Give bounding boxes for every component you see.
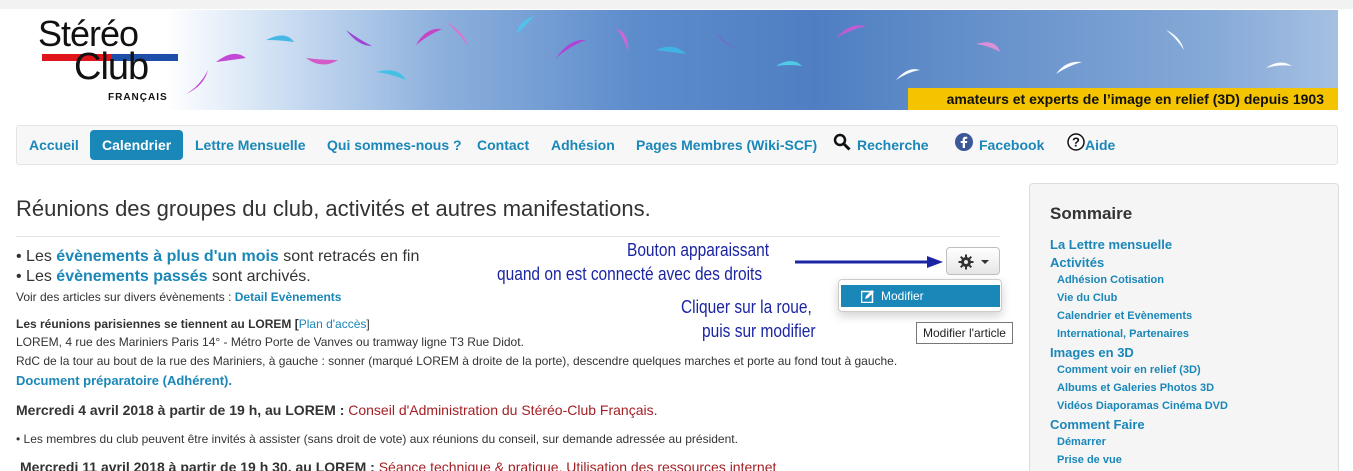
annotation-line1: Bouton apparaissant	[627, 240, 770, 260]
event2-line: Mercredi 11 avril 2018 à partir de 19 h …	[20, 459, 776, 471]
annotation-line2: quand on est connecté avec des droits	[497, 264, 763, 284]
site-banner[interactable]: Stéréo Club FRANÇAIS amateurs et experts…	[16, 10, 1338, 110]
gear-icon	[958, 254, 974, 270]
tooltip-modifier-article: Modifier l'article	[916, 322, 1013, 344]
chevron-down-icon	[981, 260, 989, 264]
menu-item-modifier-label: Modifier	[881, 289, 924, 303]
annotation-arrow	[795, 256, 943, 268]
annotation-line3: Cliquer sur la roue,	[681, 297, 812, 317]
sidebar-item-adhesion[interactable]: Adhésion Cotisation	[1057, 274, 1164, 286]
event2-title[interactable]: Séance technique & pratique. Utilisation…	[379, 459, 777, 471]
articles-text: Voir des articles sur divers évènements …	[16, 290, 235, 304]
top-strip	[0, 0, 1353, 9]
banner-tagline: amateurs et experts de l’image en relief…	[908, 88, 1338, 110]
menu-item-modifier[interactable]: Modifier	[841, 285, 1000, 307]
page-title: Réunions des groupes du club, activités …	[16, 196, 651, 221]
article-settings-button[interactable]	[946, 247, 1000, 275]
sidebar-item-demarrer[interactable]: Démarrer	[1057, 436, 1106, 448]
sidebar-item-calendrier[interactable]: Calendrier et Evènements	[1057, 310, 1192, 322]
article-settings-menu: Modifier	[838, 279, 1002, 312]
nav-contact[interactable]: Contact	[465, 130, 541, 160]
sidebar-sommaire: Sommaire La Lettre mensuelle Activités A…	[1029, 183, 1339, 471]
sidebar-group-images-3d[interactable]: Images en 3D	[1050, 345, 1134, 360]
meeting-location-line: Les réunions parisiennes se tiennent au …	[16, 317, 370, 331]
event1-date: Mercredi 4 avril 2018 à partir de 19 h, …	[16, 402, 349, 418]
nav-qui-sommes-nous[interactable]: Qui sommes-nous ?	[315, 130, 474, 160]
edit-icon	[861, 290, 874, 303]
sidebar-item-videos[interactable]: Vidéos Diaporamas Cinéma DVD	[1057, 400, 1228, 412]
link-detail-evenements[interactable]: Detail Evènements	[235, 290, 342, 304]
nav-calendrier[interactable]: Calendrier	[90, 130, 184, 160]
sidebar-item-prise-de-vue[interactable]: Prise de vue	[1057, 454, 1122, 466]
nav-recherche[interactable]: Recherche	[821, 130, 941, 160]
help-icon: ?	[1067, 131, 1085, 161]
sidebar-group-comment-faire[interactable]: Comment Faire	[1050, 417, 1145, 432]
svg-text:?: ?	[1072, 135, 1080, 150]
sidebar-item-international[interactable]: International, Partenaires	[1057, 328, 1189, 340]
link-plan-acces[interactable]: Plan d'accès	[299, 317, 367, 331]
address-line: LOREM, 4 rue des Mariniers Paris 14° - M…	[16, 335, 524, 349]
nav-lettre-mensuelle[interactable]: Lettre Mensuelle	[183, 130, 317, 160]
main-nav: Accueil Calendrier Lettre Mensuelle Qui …	[16, 125, 1338, 165]
link-events-past[interactable]: évènements passés	[56, 268, 207, 285]
club-logo[interactable]: Stéréo Club FRANÇAIS	[16, 10, 196, 110]
sidebar-item-albums[interactable]: Albums et Galeries Photos 3D	[1057, 382, 1214, 394]
directions-line: RdC de la tour au bout de la rue des Mar…	[16, 354, 898, 368]
logo-text-francais: FRANÇAIS	[108, 92, 168, 103]
sidebar-item-vie-club[interactable]: Vie du Club	[1057, 292, 1117, 304]
page: Stéréo Club FRANÇAIS amateurs et experts…	[0, 0, 1353, 471]
bullet-events-future: • Les évènements à plus d'un mois sont r…	[16, 248, 419, 266]
bullet1-suffix: sont retracés en fin	[278, 248, 420, 265]
nav-facebook-label: Facebook	[979, 137, 1045, 153]
nav-facebook[interactable]: Facebook	[943, 130, 1056, 160]
link-document-preparatoire[interactable]: Document préparatoire (Adhérent).	[16, 373, 232, 388]
event2-date: Mercredi 11 avril 2018 à partir de 19 h …	[20, 459, 379, 471]
bullet1-text: • Les	[16, 248, 57, 265]
sidebar-title: Sommaire	[1050, 204, 1133, 223]
nav-adhesion[interactable]: Adhésion	[539, 130, 627, 160]
sidebar-group-activites[interactable]: Activités	[1050, 255, 1104, 270]
link-events-future[interactable]: évènements à plus d'un mois	[56, 248, 279, 265]
search-icon	[833, 131, 851, 161]
nav-aide-label: Aide	[1085, 137, 1116, 153]
articles-line: Voir des articles sur divers évènements …	[16, 290, 341, 304]
logo-text-club: Club	[74, 46, 149, 88]
bullet-events-past: • Les évènements passés sont archivés.	[16, 268, 311, 286]
sidebar-item-voir-relief[interactable]: Comment voir en relief (3D)	[1057, 364, 1201, 376]
nav-recherche-label: Recherche	[857, 137, 929, 153]
nav-aide[interactable]: ? Aide	[1055, 130, 1127, 160]
bullet2-text: • Les	[16, 268, 57, 285]
nav-pages-membres[interactable]: Pages Membres (Wiki-SCF)	[624, 130, 829, 160]
meeting-text: Les réunions parisiennes se tiennent au …	[16, 317, 299, 331]
event1-title[interactable]: Conseil d'Administration du Stéréo-Club …	[348, 402, 657, 418]
sidebar-group-lettre[interactable]: La Lettre mensuelle	[1050, 237, 1172, 252]
annotation-line4: puis sur modifier	[702, 321, 816, 341]
bullet2-suffix: sont archivés.	[207, 268, 311, 285]
nav-accueil[interactable]: Accueil	[17, 130, 91, 160]
meeting-bracket: ]	[366, 317, 370, 331]
title-divider	[16, 236, 1000, 237]
event1-line: Mercredi 4 avril 2018 à partir de 19 h, …	[16, 402, 658, 418]
facebook-icon	[955, 131, 973, 161]
event1-note: • Les membres du club peuvent être invit…	[16, 432, 738, 446]
